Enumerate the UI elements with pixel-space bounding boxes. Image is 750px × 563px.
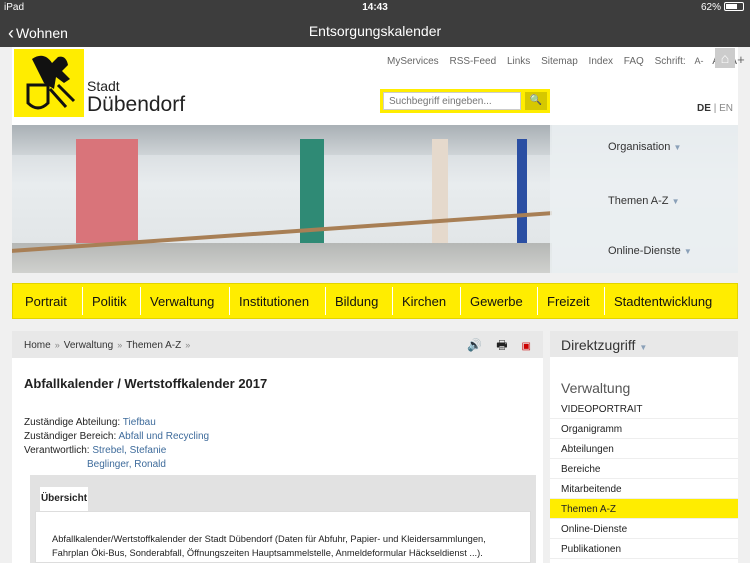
- sidebar-header[interactable]: Direktzugriff ▼: [550, 331, 738, 357]
- tab-container: Übersicht Abfallkalender/Wertstoffkalend…: [30, 475, 536, 563]
- sidebar-item-organigramm[interactable]: Organigramm: [550, 419, 738, 439]
- hero-floor: [12, 243, 552, 273]
- font-smaller-button[interactable]: A-: [695, 56, 704, 66]
- quicklink-online-dienste[interactable]: Online-Dienste ▼: [608, 245, 692, 257]
- menu-institutionen[interactable]: Institutionen: [239, 294, 309, 309]
- dept-link[interactable]: Tiefbau: [123, 417, 156, 428]
- language-switch: DE | EN: [697, 103, 733, 114]
- tab-overview[interactable]: Übersicht: [40, 487, 88, 511]
- link-rss-feed[interactable]: RSS-Feed: [449, 56, 496, 67]
- battery-icon: [724, 2, 744, 11]
- chevron-down-icon: ▼: [673, 143, 682, 152]
- city-name: Stadt Dübendorf: [87, 79, 185, 115]
- hero-door-blue: [517, 139, 527, 243]
- nav-title: Entsorgungskalender: [308, 23, 442, 39]
- service-links: MyServices RSS-Feed Links Sitemap Index …: [387, 52, 750, 67]
- menu-freizeit[interactable]: Freizeit: [547, 294, 590, 309]
- menu-divider: [392, 287, 393, 315]
- link-links[interactable]: Links: [507, 56, 530, 67]
- responsible-link-1[interactable]: Strebel, Stefanie: [92, 445, 166, 456]
- font-size-label: Schrift:: [654, 56, 686, 67]
- dept-label: Zuständige Abteilung:: [24, 417, 121, 428]
- double-chevron-icon: »: [117, 340, 123, 350]
- link-sitemap[interactable]: Sitemap: [541, 56, 578, 67]
- responsible-link-2[interactable]: Beglinger, Ronald: [24, 458, 209, 472]
- pdf-icon[interactable]: ▣: [522, 341, 531, 352]
- menu-gewerbe[interactable]: Gewerbe: [470, 294, 523, 309]
- menu-politik[interactable]: Politik: [92, 294, 127, 309]
- menu-divider: [537, 287, 538, 315]
- menu-stadtentwicklung[interactable]: Stadtentwicklung: [614, 294, 712, 309]
- chevron-down-icon: ▼: [639, 343, 648, 352]
- lang-en[interactable]: EN: [719, 103, 733, 114]
- page-title: Abfallkalender / Wertstoffkalender 2017: [24, 376, 268, 391]
- menu-divider: [604, 287, 605, 315]
- menu-divider: [325, 287, 326, 315]
- link-myservices[interactable]: MyServices: [387, 56, 439, 67]
- city-logo[interactable]: [14, 49, 84, 117]
- lang-de[interactable]: DE: [697, 103, 711, 114]
- menu-portrait[interactable]: Portrait: [25, 294, 67, 309]
- menu-divider: [229, 287, 230, 315]
- search-icon: 🔍: [529, 95, 543, 106]
- sidebar-item-bereiche[interactable]: Bereiche: [550, 459, 738, 479]
- clock: 14:43: [362, 2, 388, 13]
- menu-verwaltung[interactable]: Verwaltung: [150, 294, 214, 309]
- quicklink-organisation[interactable]: Organisation ▼: [608, 141, 681, 153]
- status-bar: iPad 14:43 62%: [0, 0, 750, 16]
- sidebar-item-abteilungen[interactable]: Abteilungen: [550, 439, 738, 459]
- link-index[interactable]: Index: [589, 56, 613, 67]
- sidebar-item-videoportrait[interactable]: VIDEOPORTRAIT: [550, 399, 738, 419]
- responsible-label: Verantwortlich:: [24, 445, 90, 456]
- tab-panel: Abfallkalender/Wertstoffkalender der Sta…: [35, 511, 531, 563]
- search-box: 🔍: [380, 89, 550, 113]
- menu-divider: [140, 287, 141, 315]
- sidebar-item-mitarbeitende[interactable]: Mitarbeitende: [550, 479, 738, 499]
- chevron-down-icon: ▼: [671, 197, 680, 206]
- main-content: Home» Verwaltung» Themen A-Z» 🔊 🖶 ▣ Abfallka…: [12, 331, 543, 563]
- sidebar-item-online-dienste[interactable]: Online-Dienste: [550, 519, 738, 539]
- hero-door-beige: [432, 139, 448, 243]
- main-menu: Portrait Politik Verwaltung Institutione…: [12, 283, 738, 319]
- hero-door-red: [76, 139, 138, 243]
- double-chevron-icon: »: [185, 340, 191, 350]
- search-button[interactable]: 🔍: [525, 92, 547, 110]
- hero-quicklinks: Organisation ▼ Themen A-Z ▼ Online-Diens…: [550, 125, 738, 273]
- menu-kirchen[interactable]: Kirchen: [402, 294, 446, 309]
- sidebar-item-publikationen[interactable]: Publikationen: [550, 539, 738, 559]
- coat-of-arms-icon: [26, 55, 76, 110]
- chevron-down-icon: ▼: [683, 247, 692, 256]
- print-icon[interactable]: 🖶: [496, 338, 507, 352]
- speaker-icon[interactable]: 🔊: [467, 338, 482, 352]
- city-name-line1: Stadt: [87, 78, 120, 94]
- menu-bildung[interactable]: Bildung: [335, 294, 378, 309]
- breadcrumb-home[interactable]: Home: [24, 340, 51, 351]
- page-tools: 🔊 🖶 ▣: [453, 336, 531, 357]
- area-label: Zuständiger Bereich:: [24, 431, 117, 442]
- hero-banner: Organisation ▼ Themen A-Z ▼ Online-Diens…: [12, 125, 738, 273]
- sidebar-item-themen[interactable]: Themen A-Z: [550, 499, 738, 519]
- responsibility-info: Zuständige Abteilung: Tiefbau Zuständige…: [24, 416, 209, 472]
- city-name-line2: Dübendorf: [87, 93, 186, 116]
- area-link[interactable]: Abfall und Recycling: [119, 431, 210, 442]
- link-faq[interactable]: FAQ: [624, 56, 644, 67]
- search-input[interactable]: [383, 92, 521, 110]
- breadcrumb-themen[interactable]: Themen A-Z: [126, 340, 181, 351]
- breadcrumb-verwaltung[interactable]: Verwaltung: [64, 340, 113, 351]
- site-header: Stadt Dübendorf MyServices RSS-Feed Link…: [12, 47, 745, 125]
- battery-indicator: 62%: [701, 2, 744, 13]
- quicklink-themen[interactable]: Themen A-Z ▼: [608, 195, 680, 207]
- page-description: Abfallkalender/Wertstoffkalender der Sta…: [52, 534, 486, 558]
- navigation-bar: ‹ Wohnen Entsorgungskalender: [0, 16, 750, 47]
- menu-divider: [82, 287, 83, 315]
- menu-divider: [460, 287, 461, 315]
- battery-percent: 62%: [700, 2, 721, 13]
- sidebar-title: Direktzugriff: [561, 337, 636, 353]
- double-chevron-icon: »: [54, 340, 60, 350]
- home-icon[interactable]: ⌂: [715, 48, 735, 68]
- sidebar-section-title: Verwaltung: [561, 380, 631, 396]
- direct-access-sidebar: Direktzugriff ▼ Verwaltung VIDEOPORTRAIT…: [550, 331, 738, 563]
